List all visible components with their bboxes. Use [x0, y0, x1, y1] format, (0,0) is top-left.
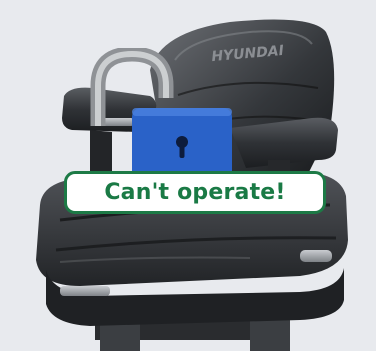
seat-lock-screen: HYUNDAI Can't operate!	[0, 0, 376, 351]
padlock-open-icon	[90, 48, 232, 186]
status-message: Can't operate!	[64, 171, 326, 214]
